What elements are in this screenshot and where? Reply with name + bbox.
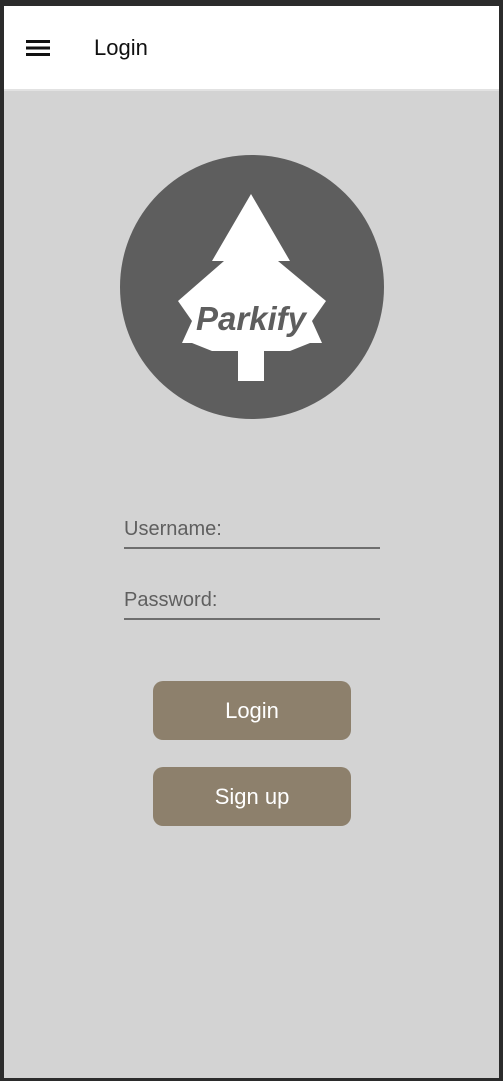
login-button[interactable]: Login xyxy=(153,681,351,740)
hamburger-menu-icon xyxy=(26,40,50,56)
menu-button[interactable] xyxy=(22,34,54,62)
login-screen: Login Parkify Login Sign up xyxy=(4,6,499,1078)
username-input[interactable] xyxy=(124,513,380,545)
parkify-logo: Parkify xyxy=(120,155,384,419)
password-input[interactable] xyxy=(124,584,380,616)
page-title: Login xyxy=(94,35,148,60)
username-field[interactable] xyxy=(124,513,380,549)
app-bar: Login xyxy=(4,6,499,91)
logo-brand-text: Parkify xyxy=(196,300,308,337)
signup-button[interactable]: Sign up xyxy=(153,767,351,826)
password-field[interactable] xyxy=(124,584,380,620)
